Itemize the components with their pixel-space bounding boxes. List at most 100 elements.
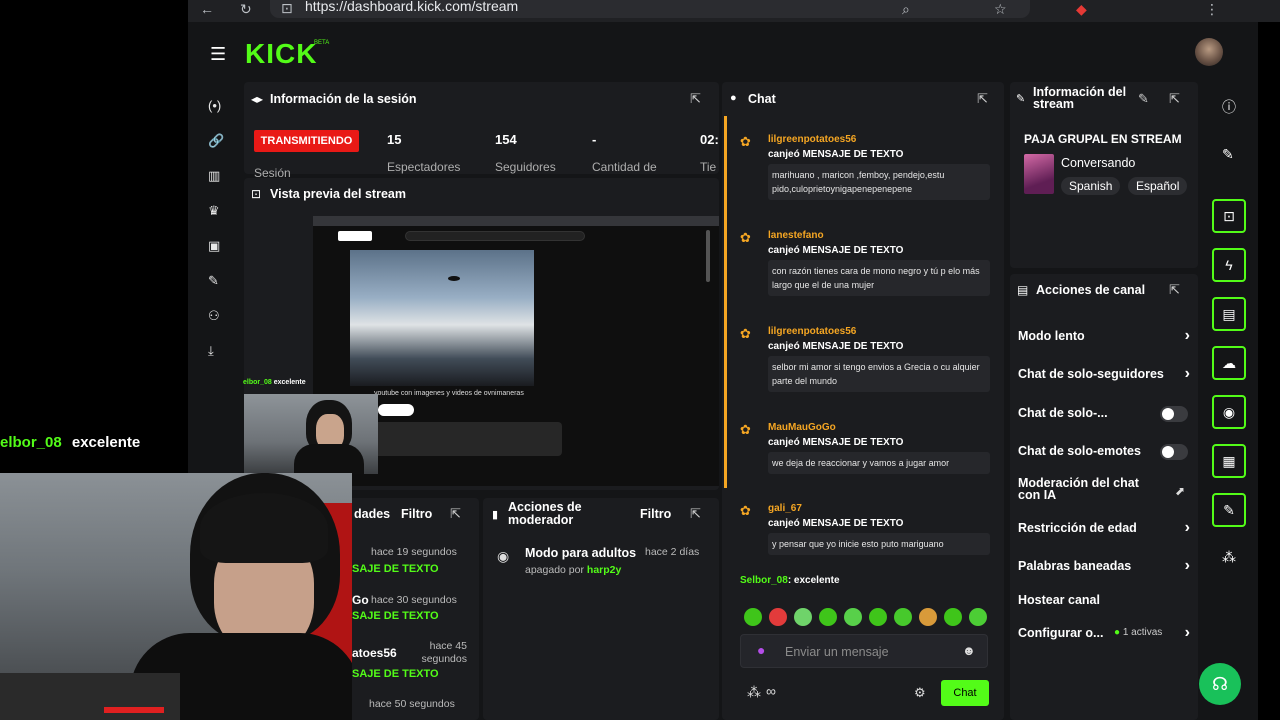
microphone-icon[interactable]: ● <box>757 642 765 658</box>
emote-icon[interactable] <box>894 608 912 626</box>
overlay-chat-message: excelente <box>71 434 141 451</box>
ai-moderation-row[interactable]: Moderación del chat con IA <box>1018 477 1158 502</box>
menu-dots-icon[interactable]: ⋮ <box>1205 1 1219 18</box>
host-channel-row[interactable]: Hostear canal <box>1018 593 1190 607</box>
live-status-badge: TRANSMITIENDO <box>254 130 359 152</box>
chat-send-button[interactable]: Chat <box>941 680 989 706</box>
rail-lightning-button[interactable]: ϟ <box>1212 248 1246 282</box>
chat-username[interactable]: gali_67 <box>768 503 802 514</box>
rail-points-icon[interactable]: ⁂ <box>1222 549 1236 566</box>
captured-video-title: youtube con imagenes y videos de ovniman… <box>374 390 524 397</box>
back-icon[interactable]: ← <box>200 1 214 17</box>
channel-actions-popout-icon[interactable]: ⇱ <box>1169 282 1180 298</box>
info-icon[interactable]: ⓘ <box>1222 97 1236 117</box>
link-icon[interactable]: 🔗 <box>208 133 224 149</box>
activity-name: atoes56 <box>352 646 397 660</box>
emote-icon[interactable] <box>844 608 862 626</box>
captured-scrollbar <box>706 230 710 282</box>
video-icon[interactable]: ▣ <box>208 238 220 254</box>
configure-row[interactable]: Configurar o... ● 1 activas › <box>1018 624 1190 641</box>
banned-words-row[interactable]: Palabras baneadas › <box>1018 557 1190 574</box>
configure-label: Configurar o... <box>1018 626 1104 640</box>
mod-panel-icon: ▮ <box>492 509 499 521</box>
rail-broadcast-button[interactable]: ◉ <box>1212 395 1246 429</box>
preview-overlay-message: excelente <box>273 379 306 386</box>
support-headset-button[interactable]: ☊ <box>1199 663 1241 705</box>
trophy-icon[interactable]: ♛ <box>208 203 220 219</box>
emote-icon[interactable] <box>769 608 787 626</box>
followers-only-row[interactable]: Chat de solo-seguidores › <box>1018 365 1190 382</box>
download-icon[interactable]: ⤓ <box>208 343 214 359</box>
subscribers-only-row: Chat de solo-... <box>1018 406 1190 422</box>
chat-action: canjeó MENSAJE DE TEXTO <box>768 149 904 160</box>
youtube-search-box <box>405 231 585 241</box>
chat-action: canjeó MENSAJE DE TEXTO <box>768 518 904 529</box>
age-restriction-row[interactable]: Restricción de edad › <box>1018 519 1190 536</box>
stream-tag[interactable]: Español <box>1128 177 1188 195</box>
infinity-icon[interactable]: ∞ <box>766 683 776 699</box>
video-description-box <box>372 422 562 456</box>
stream-category[interactable]: Conversando <box>1061 156 1135 170</box>
rail-layout-button[interactable]: ▦ <box>1212 444 1246 478</box>
broadcast-icon[interactable]: (•) <box>208 98 221 113</box>
rail-preview-button[interactable]: ⊡ <box>1212 199 1246 233</box>
external-link-icon[interactable]: ⬈ <box>1175 484 1185 498</box>
chat-settings-icon[interactable]: ⚙ <box>914 685 926 701</box>
reload-icon[interactable]: ↻ <box>240 1 252 18</box>
users-icon[interactable]: ⚇ <box>208 308 220 324</box>
mod-actions-popout-icon[interactable]: ⇱ <box>690 506 701 522</box>
activity-text: SAJE DE TEXTO <box>352 610 439 622</box>
left-nav: (•) 🔗 ▥ ♛ ▣ ✎ ⚇ ⤓ <box>200 88 232 378</box>
emote-icon[interactable] <box>819 608 837 626</box>
emotes-only-toggle[interactable] <box>1160 444 1188 460</box>
emote-icon[interactable] <box>919 608 937 626</box>
wrench-icon[interactable]: ✎ <box>208 273 219 289</box>
captured-video-frame <box>350 250 534 386</box>
pencil-icon[interactable]: ✎ <box>1222 146 1234 163</box>
mod-action-time: hace 2 días <box>645 546 700 558</box>
chat-last-user[interactable]: Selbor_08 <box>740 575 788 586</box>
chat-username[interactable]: MauMauGoGo <box>768 422 836 433</box>
rail-chat-button[interactable]: ☁ <box>1212 346 1246 380</box>
extension-icon[interactable]: ◆ <box>1076 1 1087 18</box>
slow-mode-row[interactable]: Modo lento › <box>1018 327 1190 344</box>
emote-icon[interactable] <box>969 608 987 626</box>
emotes-only-label: Chat de solo-emotes <box>1018 444 1141 458</box>
emote-icon[interactable] <box>869 608 887 626</box>
chat-popout-icon[interactable]: ⇱ <box>977 91 988 107</box>
subscribers-only-toggle[interactable] <box>1160 406 1188 422</box>
zoom-icon[interactable]: ⌕ <box>902 1 910 18</box>
edit-stream-icon[interactable]: ✎ <box>1138 91 1149 107</box>
points-icon[interactable]: ⁂ <box>747 684 761 701</box>
chat-username[interactable]: lilgreenpotatoes56 <box>768 134 856 145</box>
chat-username[interactable]: lilgreenpotatoes56 <box>768 326 856 337</box>
redeem-icon: ✿ <box>740 422 751 437</box>
analytics-icon[interactable]: ▥ <box>208 168 220 184</box>
stream-tag[interactable]: Spanish <box>1061 177 1121 195</box>
chat-body: con razón tienes cara de mono negro y tú… <box>768 260 990 296</box>
chat-placeholder[interactable]: Enviar un mensaje <box>785 645 889 659</box>
site-info-icon[interactable]: ⊡ <box>281 0 293 17</box>
emote-icon[interactable] <box>744 608 762 626</box>
activity-time: hace 50 segundos <box>369 698 455 710</box>
emoji-icon[interactable]: ☻ <box>962 643 976 658</box>
hamburger-menu-icon[interactable]: ☰ <box>210 44 226 65</box>
emote-icon[interactable] <box>794 608 812 626</box>
bookmark-star-icon[interactable]: ☆ <box>994 1 1007 18</box>
user-avatar[interactable] <box>1195 38 1223 66</box>
kick-logo[interactable]: KICK <box>245 38 317 70</box>
activity-filter[interactable]: Filtro <box>401 507 432 521</box>
chevron-right-icon: › <box>1184 365 1190 382</box>
banned-words-label: Palabras baneadas <box>1018 559 1132 573</box>
stream-info-popout-icon[interactable]: ⇱ <box>1169 91 1180 107</box>
rail-notes-button[interactable]: ▤ <box>1212 297 1246 331</box>
activity-popout-icon[interactable]: ⇱ <box>450 506 461 522</box>
rail-wrench-button[interactable]: ✎ <box>1212 493 1246 527</box>
channel-actions-title: Acciones de canal <box>1036 283 1146 297</box>
url-text[interactable]: https://dashboard.kick.com/stream <box>305 0 518 14</box>
mod-actions-filter[interactable]: Filtro <box>640 507 671 521</box>
popout-icon[interactable]: ⇱ <box>690 91 701 107</box>
chat-username[interactable]: lanestefano <box>768 230 824 241</box>
mod-action-by-user[interactable]: harp2y <box>587 564 621 576</box>
emote-icon[interactable] <box>944 608 962 626</box>
